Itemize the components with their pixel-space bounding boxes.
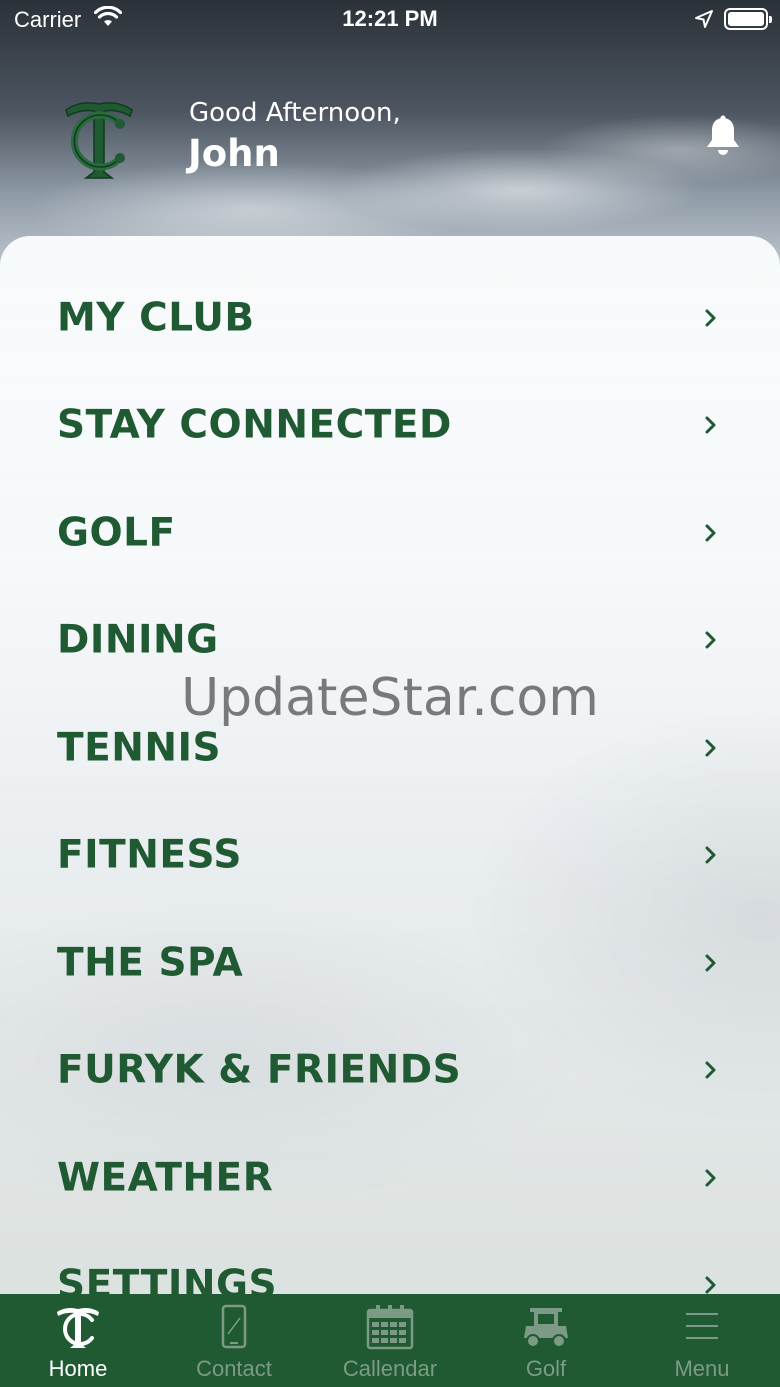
menu-item-label: STAY CONNECTED — [57, 402, 452, 447]
chevron-right-icon — [705, 954, 716, 971]
menu-item-weather[interactable]: WEATHER — [0, 1124, 780, 1231]
location-arrow-icon — [695, 10, 713, 28]
hamburger-icon — [686, 1313, 718, 1339]
tab-label: Contact — [196, 1356, 272, 1381]
menu-item-label: THE SPA — [57, 940, 244, 985]
menu-item-label: TENNIS — [57, 725, 222, 770]
notification-bell-icon[interactable] — [704, 115, 742, 157]
chevron-right-icon — [705, 846, 716, 863]
tab-label: Menu — [674, 1356, 730, 1381]
menu-item-label: DINING — [57, 617, 219, 662]
username-text: John — [188, 132, 280, 175]
calendar-icon — [366, 1305, 414, 1350]
chevron-right-icon — [705, 524, 716, 541]
chevron-right-icon — [705, 1169, 716, 1186]
club-logo-icon[interactable] — [60, 96, 138, 182]
tab-menu[interactable]: Menu — [624, 1294, 780, 1387]
chevron-right-icon — [705, 416, 716, 433]
tab-contact[interactable]: Contact — [156, 1294, 312, 1387]
golf-cart-icon — [524, 1308, 568, 1348]
tab-home[interactable]: Home — [0, 1294, 156, 1387]
chevron-right-icon — [705, 1061, 716, 1078]
tab-label: Home — [48, 1356, 108, 1381]
menu-item-my-club[interactable]: MY CLUB — [0, 264, 780, 371]
menu-item-stay-connected[interactable]: STAY CONNECTED — [0, 371, 780, 478]
menu-item-dining[interactable]: DINING — [0, 586, 780, 693]
menu-item-label: MY CLUB — [57, 295, 255, 340]
chevron-right-icon — [705, 309, 716, 326]
bottom-tab-bar: Home Contact Callendar Golf Menu — [0, 1294, 780, 1387]
battery-icon — [724, 8, 772, 30]
menu-item-the-spa[interactable]: THE SPA — [0, 909, 780, 1016]
menu-item-tennis[interactable]: TENNIS — [0, 694, 780, 801]
tab-golf[interactable]: Golf — [468, 1294, 624, 1387]
status-time: 12:21 PM — [342, 6, 438, 31]
tab-calendar[interactable]: Callendar — [312, 1294, 468, 1387]
phone-icon — [221, 1304, 247, 1349]
tab-label: Callendar — [342, 1356, 438, 1381]
chevron-right-icon — [705, 631, 716, 648]
menu-item-label: GOLF — [57, 510, 176, 555]
menu-item-label: WEATHER — [57, 1155, 274, 1200]
tab-label: Golf — [525, 1356, 567, 1381]
menu-item-golf[interactable]: GOLF — [0, 479, 780, 586]
club-logo-icon — [57, 1308, 99, 1348]
menu-card: MY CLUB STAY CONNECTED GOLF DINING TENNI… — [0, 236, 780, 1336]
menu-item-label: FURYK & FRIENDS — [57, 1047, 462, 1092]
menu-item-label: FITNESS — [57, 832, 242, 877]
greeting-text: Good Afternoon, — [189, 98, 401, 128]
menu-item-furyk-friends[interactable]: FURYK & FRIENDS — [0, 1016, 780, 1123]
status-bar: Carrier 12:21 PM — [0, 0, 780, 40]
menu-item-fitness[interactable]: FITNESS — [0, 801, 780, 908]
chevron-right-icon — [705, 739, 716, 756]
chevron-right-icon — [705, 1276, 716, 1293]
